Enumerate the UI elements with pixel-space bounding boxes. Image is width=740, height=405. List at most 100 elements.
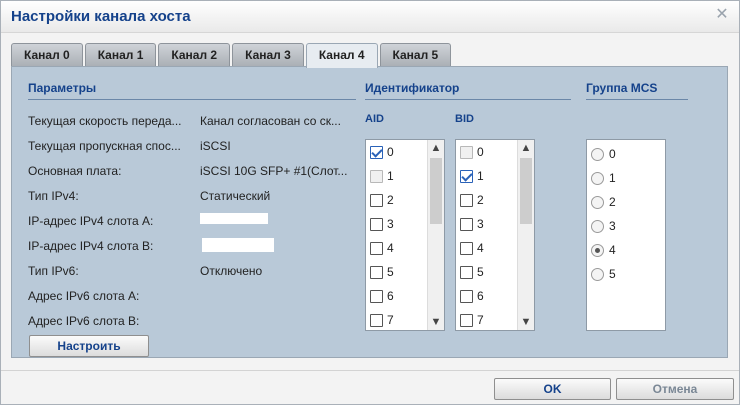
bid-item-6[interactable]: 6 <box>460 286 484 306</box>
mcs-option-5[interactable]: 5 <box>591 264 616 284</box>
bid-checkbox-0[interactable] <box>460 145 473 159</box>
param-label-ipv4-slot-b: IP-адрес IPv4 слота B: <box>28 239 154 253</box>
tab-channel-3[interactable]: Канал 3 <box>232 43 304 67</box>
mcs-option-label: 1 <box>609 171 616 185</box>
aid-item-5[interactable]: 5 <box>370 262 394 282</box>
channel-tabs: Канал 0 Канал 1 Канал 2 Канал 3 Канал 4 … <box>11 43 453 68</box>
aid-listbox[interactable]: 0 1 2 3 4 5 6 7 ▲ ▼ <box>365 139 445 331</box>
mcs-section-title: Группа MCS <box>586 81 658 95</box>
mcs-radio-4[interactable] <box>591 243 604 257</box>
param-label-ipv4-slot-a: IP-адрес IPv4 слота A: <box>28 214 154 228</box>
ok-button[interactable]: OK <box>494 378 611 400</box>
mcs-group-list: 0 1 2 3 4 5 <box>586 139 666 331</box>
aid-item-7[interactable]: 7 <box>370 310 394 330</box>
bid-item-5[interactable]: 5 <box>460 262 484 282</box>
aid-item-label: 2 <box>387 193 394 207</box>
aid-item-label: 0 <box>387 145 394 159</box>
bid-listbox[interactable]: 0 1 2 3 4 5 6 7 ▲ ▼ <box>455 139 535 331</box>
aid-checkbox-3[interactable] <box>370 217 383 231</box>
tab-channel-4[interactable]: Канал 4 <box>305 43 378 68</box>
bid-item-label: 6 <box>477 289 484 303</box>
aid-scrollbar[interactable]: ▲ ▼ <box>427 140 444 330</box>
mcs-option-4[interactable]: 4 <box>591 240 616 260</box>
aid-item-1[interactable]: 1 <box>370 166 394 186</box>
params-section-title: Параметры <box>28 81 97 95</box>
bid-item-label: 3 <box>477 217 484 231</box>
aid-item-label: 1 <box>387 169 394 183</box>
bid-checkbox-1[interactable] <box>460 169 473 183</box>
chevron-down-icon[interactable]: ▼ <box>518 314 534 330</box>
tab-channel-2[interactable]: Канал 2 <box>158 43 231 67</box>
mcs-option-2[interactable]: 2 <box>591 192 616 212</box>
chevron-up-icon[interactable]: ▲ <box>428 140 444 156</box>
cancel-button[interactable]: Отмена <box>616 378 734 400</box>
bid-item-label: 1 <box>477 169 484 183</box>
mcs-divider <box>586 99 688 100</box>
identifier-section-title: Идентификатор <box>365 81 460 95</box>
bid-item-label: 0 <box>477 145 484 159</box>
configure-button[interactable]: Настроить <box>29 335 149 357</box>
bid-scrollbar[interactable]: ▲ ▼ <box>517 140 534 330</box>
chevron-down-icon[interactable]: ▼ <box>428 314 444 330</box>
mcs-option-1[interactable]: 1 <box>591 168 616 188</box>
bid-item-0[interactable]: 0 <box>460 142 484 162</box>
bid-item-label: 2 <box>477 193 484 207</box>
mcs-option-3[interactable]: 3 <box>591 216 616 236</box>
mcs-radio-0[interactable] <box>591 147 604 161</box>
mcs-option-label: 0 <box>609 147 616 161</box>
params-divider <box>28 99 356 100</box>
aid-checkbox-0[interactable] <box>370 145 383 159</box>
aid-checkbox-2[interactable] <box>370 193 383 207</box>
bid-item-label: 4 <box>477 241 484 255</box>
bid-checkbox-4[interactable] <box>460 241 473 255</box>
bid-checkbox-3[interactable] <box>460 217 473 231</box>
aid-checkbox-7[interactable] <box>370 313 383 327</box>
bid-label: BID <box>455 113 474 125</box>
tab-channel-0[interactable]: Канал 0 <box>11 43 83 67</box>
param-label-ipv6-type: Тип IPv6: <box>28 264 79 278</box>
param-label-speed: Текущая скорость переда... <box>28 114 182 128</box>
chevron-up-icon[interactable]: ▲ <box>518 140 534 156</box>
bid-item-4[interactable]: 4 <box>460 238 484 258</box>
aid-checkbox-6[interactable] <box>370 289 383 303</box>
aid-item-6[interactable]: 6 <box>370 286 394 306</box>
aid-item-4[interactable]: 4 <box>370 238 394 258</box>
bid-checkbox-5[interactable] <box>460 265 473 279</box>
dialog-title: Настройки канала хоста <box>11 8 191 25</box>
bid-scroll-thumb[interactable] <box>520 158 532 224</box>
mcs-option-0[interactable]: 0 <box>591 144 616 164</box>
param-value-ipv6-type: Отключено <box>200 264 263 278</box>
param-value-ipv4-type: Статический <box>200 189 271 203</box>
aid-item-label: 3 <box>387 217 394 231</box>
aid-checkbox-4[interactable] <box>370 241 383 255</box>
aid-item-label: 4 <box>387 241 394 255</box>
mcs-radio-1[interactable] <box>591 171 604 185</box>
mcs-radio-2[interactable] <box>591 195 604 209</box>
aid-item-3[interactable]: 3 <box>370 214 394 234</box>
bid-item-label: 5 <box>477 265 484 279</box>
bid-item-2[interactable]: 2 <box>460 190 484 210</box>
bid-item-label: 7 <box>477 313 484 327</box>
aid-item-2[interactable]: 2 <box>370 190 394 210</box>
redacted-ipv4-slot-b <box>202 238 274 252</box>
bid-checkbox-2[interactable] <box>460 193 473 207</box>
bid-item-3[interactable]: 3 <box>460 214 484 234</box>
aid-checkbox-1[interactable] <box>370 169 383 183</box>
aid-label: AID <box>365 113 384 125</box>
tab-channel-1[interactable]: Канал 1 <box>84 43 157 67</box>
mcs-option-label: 2 <box>609 195 616 209</box>
bid-checkbox-6[interactable] <box>460 289 473 303</box>
aid-item-0[interactable]: 0 <box>370 142 394 162</box>
aid-checkbox-5[interactable] <box>370 265 383 279</box>
mcs-radio-3[interactable] <box>591 219 604 233</box>
bid-item-1[interactable]: 1 <box>460 166 484 186</box>
close-icon[interactable]: ✕ <box>715 7 729 23</box>
aid-scroll-thumb[interactable] <box>430 158 442 224</box>
tab-channel-5[interactable]: Канал 5 <box>379 43 452 67</box>
param-value-bandwidth: iSCSI <box>200 139 231 153</box>
bid-item-7[interactable]: 7 <box>460 310 484 330</box>
mcs-radio-5[interactable] <box>591 267 604 281</box>
bid-checkbox-7[interactable] <box>460 313 473 327</box>
param-value-speed: Канал согласован со ск... <box>200 114 341 128</box>
aid-item-label: 7 <box>387 313 394 327</box>
